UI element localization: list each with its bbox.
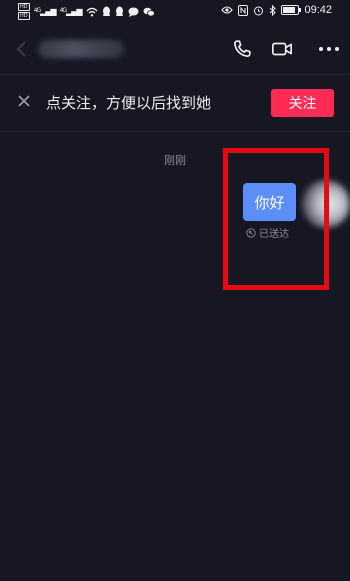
bluetooth-icon [270,4,277,16]
close-icon[interactable] [16,93,32,109]
follow-banner: 点关注，方便以后找到她 关注 [0,75,350,132]
wechat-icon [143,7,155,17]
qq-icon [115,6,123,16]
qq-icon [102,6,110,16]
follow-prompt: 点关注，方便以后找到她 [46,94,212,112]
message-icon [128,7,138,17]
battery-level [283,7,296,13]
contact-name[interactable] [38,40,124,58]
clock: 09:42 [304,4,332,16]
eye-icon [221,6,234,14]
status-bar: HD HD 4G▂▄▆ 4G▂▄▆ 09:42 [0,0,350,24]
voice-call-button[interactable] [231,38,253,60]
wifi-icon [86,7,97,16]
signal-icon: 4G▂▄▆ [59,7,83,16]
nfc-icon [238,4,249,16]
network-type-label: 4G [33,7,42,14]
status-left: HD HD 4G▂▄▆ 4G▂▄▆ [18,3,155,20]
hd-label: HD [18,3,30,11]
video-camera-icon [272,42,292,56]
follow-button[interactable]: 关注 [271,89,334,117]
timestamp-text: 刚刚 [164,154,186,167]
chat-screen: HD HD 4G▂▄▆ 4G▂▄▆ 09:42 点关注，方便以后找到她 关注 刚… [0,0,350,581]
hd-label: HD [18,12,30,20]
highlight-annotation [223,148,329,290]
chat-header [0,24,350,75]
signal-icon: 4G▂▄▆ [33,7,57,16]
battery-icon [281,5,302,15]
phone-icon [234,40,251,57]
network-type-label: 4G [59,7,68,14]
back-icon[interactable] [12,39,32,59]
alarm-icon [254,6,264,15]
more-options-button[interactable] [318,38,340,60]
hd-indicator: HD HD [18,3,30,20]
video-call-button[interactable] [271,38,293,60]
more-icon [319,47,339,51]
status-right: 09:42 [221,4,332,16]
